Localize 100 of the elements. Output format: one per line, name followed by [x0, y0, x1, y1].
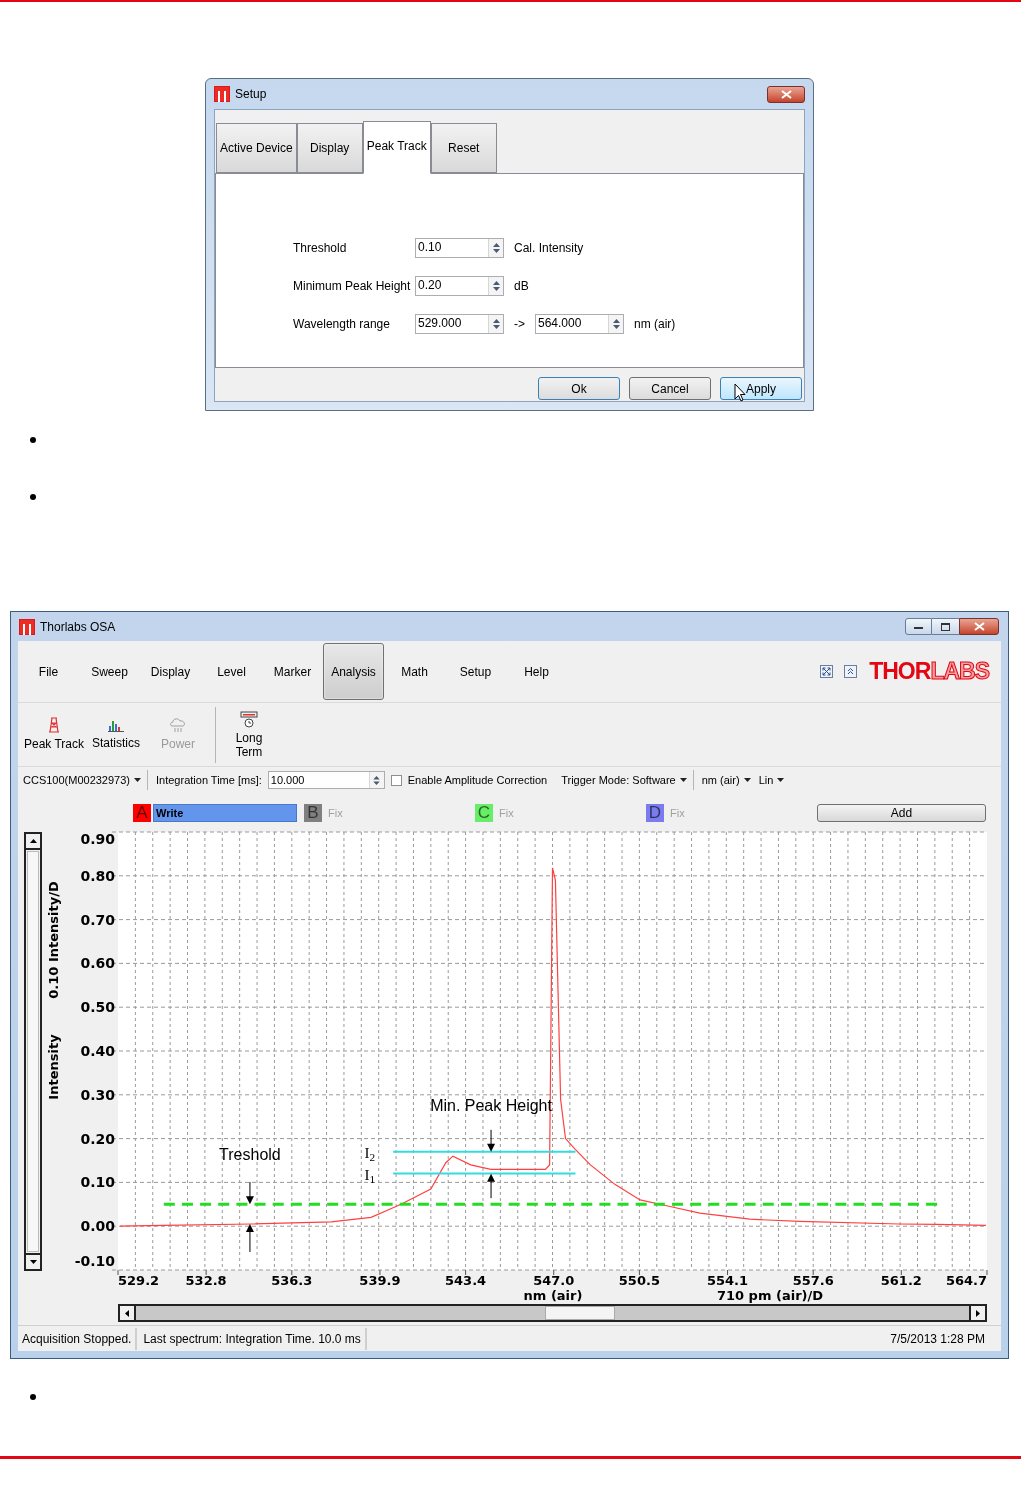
arrow	[487, 1173, 496, 1199]
bullet-icon	[30, 1394, 36, 1400]
trigger-dropdown[interactable]: Trigger Mode: Software	[561, 770, 694, 790]
annotation-label: Min. Peak Height	[430, 1098, 552, 1114]
horizontal-scrollbar[interactable]	[118, 1304, 987, 1322]
spin-button[interactable]	[488, 239, 503, 257]
spin-button[interactable]	[608, 315, 623, 333]
toolbar-button[interactable]: Peak Track	[23, 716, 85, 753]
axis-tick-label: 557.6	[792, 1273, 834, 1288]
minimize-button[interactable]	[905, 618, 932, 635]
add-button[interactable]: Add	[817, 804, 986, 822]
dialog-button[interactable]: Cancel	[629, 377, 711, 400]
axis-tick-label: 532.8	[185, 1273, 227, 1288]
menu-tab[interactable]: Analysis	[323, 643, 384, 700]
annotation-label: I$_{1}$	[364, 1167, 376, 1184]
menu-tab[interactable]: File	[18, 643, 79, 700]
axis-tick-label: 543.4	[445, 1273, 487, 1288]
axis-tick-label: 0.70	[80, 911, 115, 928]
number-field[interactable]: 0.10	[415, 238, 504, 258]
axis-tick-label: 550.5	[618, 1273, 660, 1288]
vertical-scrollbar[interactable]	[24, 832, 42, 1271]
unit-dropdown[interactable]: nm (air)	[701, 771, 751, 789]
trace-mode[interactable]: Write	[153, 804, 297, 822]
maximize-icon	[941, 622, 950, 631]
device-dropdown[interactable]: CCS100(M00232973)	[23, 770, 148, 790]
menu-tab[interactable]: Marker	[262, 643, 323, 700]
fullscreen-icon[interactable]	[820, 665, 834, 678]
menu-tab[interactable]: Help	[506, 643, 567, 700]
axis-title: 710 pm (air)/D	[716, 1288, 824, 1303]
close-icon	[973, 622, 985, 631]
spin-arrows-icon	[492, 318, 500, 330]
unit-label: Cal. Intensity	[514, 240, 584, 257]
dialog-button[interactable]: Ok	[538, 377, 620, 400]
tower-icon	[48, 716, 60, 733]
axis-tick-label: 0.80	[80, 867, 115, 884]
checkbox[interactable]	[390, 774, 402, 786]
annotation-label: I$_{2}$	[364, 1144, 376, 1161]
axis-tick-label: 547.0	[533, 1273, 575, 1288]
collapse-icon[interactable]	[844, 665, 858, 678]
close-button[interactable]	[767, 85, 805, 103]
window-title: Setup	[235, 86, 267, 103]
bullet-icon	[30, 436, 36, 443]
unit-label: nm (air)	[634, 316, 676, 333]
tab[interactable]: Reset	[430, 123, 497, 173]
close-icon	[780, 89, 792, 99]
scroll-right-button[interactable]	[969, 1306, 985, 1320]
axis-tick-label: 0.40	[80, 1043, 115, 1059]
axis-tick-label: 529.2	[118, 1273, 160, 1288]
scroll-thumb[interactable]	[27, 851, 39, 1252]
status-text: Last spectrum: Integration Time. 10.0 ms	[139, 1327, 367, 1350]
spin-arrows-icon	[373, 774, 381, 786]
arrow-up-icon	[29, 839, 37, 843]
toolbar-button[interactable]: Long Term	[226, 710, 272, 759]
spin-arrows-icon	[492, 280, 500, 292]
number-field[interactable]: 529.000	[415, 314, 504, 334]
axis-tick-label: 561.2	[880, 1273, 922, 1288]
arrow-left-icon	[125, 1309, 129, 1317]
number-field[interactable]: 564.000	[535, 314, 624, 334]
number-field[interactable]: 0.20	[415, 276, 504, 296]
status-text: 7/5/2013 1:28 PM	[890, 1330, 985, 1348]
axis-tick-label: 554.1	[706, 1273, 749, 1288]
number-field[interactable]: 10.000	[267, 771, 385, 789]
menu-tab[interactable]: Level	[201, 643, 262, 700]
arrow	[487, 1129, 496, 1152]
field-label: Wavelength range	[293, 316, 391, 333]
cursor-icon	[734, 383, 746, 402]
axis-tick-label: 0.20	[80, 1130, 115, 1147]
cloud-icon	[169, 716, 187, 733]
axis-tick-label: 0.00	[80, 1218, 115, 1235]
maximize-button[interactable]	[932, 618, 959, 635]
tab[interactable]: Active Device	[216, 123, 297, 173]
arrow-right-icon	[976, 1309, 980, 1317]
spin-button[interactable]	[488, 315, 503, 333]
axis-title: Intensity	[46, 1034, 61, 1100]
arrow-down-icon	[29, 1260, 37, 1264]
axis-tick-label: 564.7	[945, 1273, 987, 1288]
caret-icon	[134, 778, 141, 782]
spin-button[interactable]	[368, 772, 384, 788]
axis-tick-label: 539.9	[359, 1273, 401, 1288]
tab[interactable]: Peak Track	[362, 121, 431, 174]
toolbar-button[interactable]: Statistics	[85, 717, 147, 752]
menu-tab[interactable]: Math	[384, 643, 445, 700]
scroll-thumb[interactable]	[545, 1306, 615, 1320]
brand-logo: THORLABS	[869, 657, 989, 687]
tab[interactable]: Display	[296, 123, 363, 173]
scroll-left-button[interactable]	[120, 1306, 136, 1320]
spin-button[interactable]	[488, 277, 503, 295]
spin-arrows-icon	[492, 242, 500, 254]
axis-tick-label: 0.50	[80, 999, 115, 1016]
arrow	[245, 1224, 254, 1253]
menu-tab[interactable]: Setup	[445, 643, 506, 700]
scale-dropdown[interactable]: Lin	[758, 771, 785, 789]
axis-tick-label: 0.60	[80, 955, 115, 972]
status-text: Acquisition Stopped.	[18, 1327, 138, 1350]
close-button[interactable]	[959, 618, 999, 635]
axis-tick-label: -0.10	[74, 1253, 115, 1269]
trace-letter[interactable]: C	[475, 804, 493, 822]
menu-tab[interactable]: Display	[140, 643, 201, 700]
dialog-button[interactable]: Apply	[720, 377, 802, 400]
menu-tab[interactable]: Sweep	[79, 643, 140, 700]
